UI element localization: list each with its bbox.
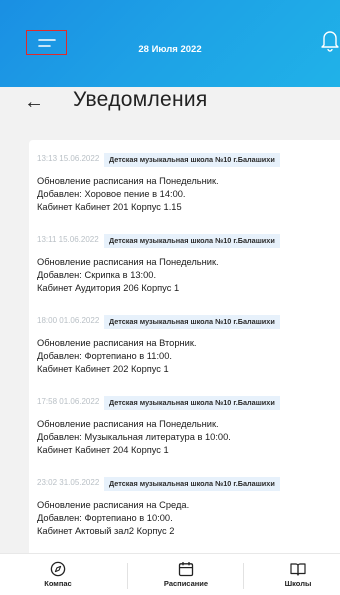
notification-line: Добавлен: Музыкальная литература в 10:00… <box>37 432 231 442</box>
nav-item-schools[interactable]: Школы <box>268 554 328 595</box>
school-badge: Детская музыкальная школа №10 г.Балашихи <box>104 234 280 248</box>
app-header: 28 Июля 2022 <box>0 0 340 87</box>
notification-line: Обновление расписания на Среда. <box>37 500 190 510</box>
notification-meta: 18:00 01.06.2022 Детская музыкальная школ… <box>37 315 340 329</box>
book-icon <box>290 563 306 576</box>
nav-label-schedule: Расписание <box>163 579 209 588</box>
notification-line: Добавлен: Фортепиано в 11:00. <box>37 351 172 361</box>
notification-line: Добавлен: Хоровое пение в 14:00. <box>37 189 186 199</box>
bell-icon[interactable] <box>321 28 339 52</box>
notification-line: Кабинет Кабинет 204 Корпус 1 <box>37 445 169 455</box>
page-title: Уведомления <box>73 88 208 111</box>
notification-item[interactable]: 13:11 15.06.2022 Детская музыкальная школ… <box>29 221 340 302</box>
school-badge: Детская музыкальная школа №10 г.Балашихи <box>104 153 280 167</box>
notification-meta: 17:58 01.06.2022 Детская музыкальная школ… <box>37 396 340 410</box>
notification-line: Обновление расписания на Понедельник. <box>37 176 219 186</box>
header-date: 28 Июля 2022 <box>138 44 202 55</box>
title-row: ← Уведомления <box>0 87 340 132</box>
notification-item[interactable]: 13:13 15.06.2022 Детская музыкальная школ… <box>29 140 340 221</box>
notification-line: Обновление расписания на Понедельник. <box>37 257 219 267</box>
compass-icon <box>50 561 66 577</box>
notification-line: Кабинет Актовый зал2 Корпус 2 <box>37 526 175 536</box>
nav-item-schedule[interactable]: Расписание <box>150 554 222 595</box>
notification-item[interactable]: 18:00 01.06.2022 Детская музыкальная школ… <box>29 302 340 383</box>
notification-item[interactable]: 17:58 01.06.2022 Детская музыкальная школ… <box>29 383 340 464</box>
notification-line: Кабинет Кабинет 202 Корпус 1 <box>37 364 169 374</box>
bottom-nav: Компас Расписание Школы <box>0 553 340 595</box>
notification-line: Обновление расписания на Вторник. <box>37 338 197 348</box>
notification-time: 17:58 01.06.2022 <box>37 397 100 406</box>
notification-text: Обновление расписания на Понедельник. Доб… <box>37 418 231 457</box>
nav-label-schools: Школы <box>284 579 312 588</box>
notification-text: Обновление расписания на Понедельник. Доб… <box>37 256 219 295</box>
notification-time: 13:11 15.06.2022 <box>37 235 99 244</box>
notification-text: Обновление расписания на Вторник. Добавле… <box>37 337 197 376</box>
notification-line: Добавлен: Скрипка в 13:00. <box>37 270 157 280</box>
nav-divider <box>243 563 244 589</box>
nav-item-compass[interactable]: Компас <box>28 554 88 595</box>
notification-line: Обновление расписания на Понедельник. <box>37 419 219 429</box>
notification-meta: 13:11 15.06.2022 Детская музыкальная школ… <box>37 234 340 248</box>
notification-meta: 13:13 15.06.2022 Детская музыкальная школ… <box>37 153 340 167</box>
nav-divider <box>127 563 128 589</box>
notification-line: Добавлен: Фортепиано в 10:00. <box>37 513 173 523</box>
notification-line: Кабинет Аудитория 206 Корпус 1 <box>37 283 180 293</box>
school-badge: Детская музыкальная школа №10 г.Балашихи <box>104 477 280 491</box>
arrow-left-icon[interactable]: ← <box>24 91 44 114</box>
nav-label-compass: Компас <box>44 579 72 588</box>
notification-item[interactable]: 23:02 31.05.2022 Детская музыкальная школ… <box>29 464 340 545</box>
notification-time: 23:02 31.05.2022 <box>37 478 100 487</box>
notifications-list[interactable]: 13:13 15.06.2022 Детская музыкальная школ… <box>29 140 340 560</box>
notification-time: 13:13 15.06.2022 <box>37 154 100 163</box>
calendar-icon <box>178 562 194 577</box>
school-badge: Детская музыкальная школа №10 г.Балашихи <box>104 396 280 410</box>
notification-time: 18:00 01.06.2022 <box>37 316 100 325</box>
notification-text: Обновление расписания на Понедельник. Доб… <box>37 175 219 214</box>
notification-meta: 23:02 31.05.2022 Детская музыкальная школ… <box>37 477 340 491</box>
school-badge: Детская музыкальная школа №10 г.Балашихи <box>104 315 280 329</box>
notification-text: Обновление расписания на Среда. Добавлен:… <box>37 499 189 538</box>
notification-line: Кабинет Кабинет 201 Корпус 1.15 <box>37 202 182 212</box>
